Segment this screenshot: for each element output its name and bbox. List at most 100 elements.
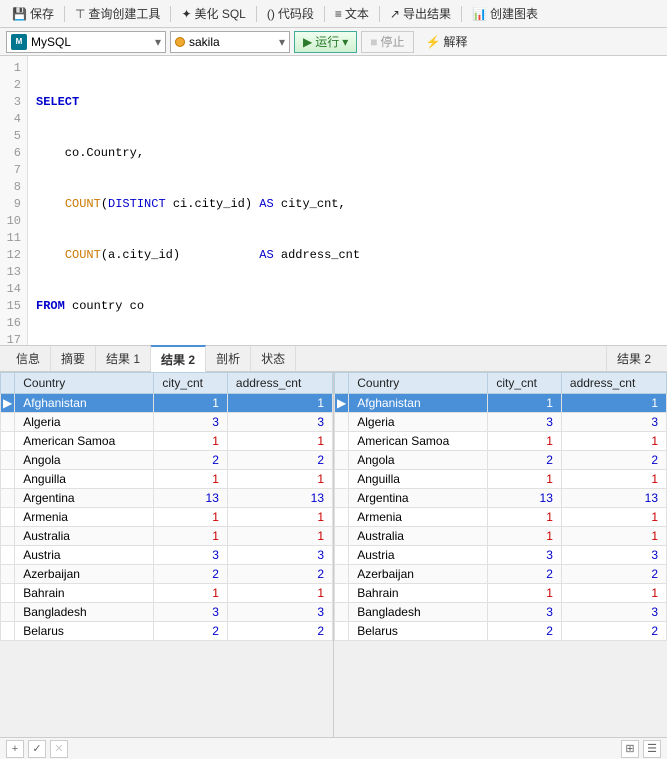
cell-address-cnt: 1 (561, 470, 666, 489)
table-row[interactable]: Armenia11 (335, 508, 667, 527)
table-row[interactable]: Algeria33 (335, 413, 667, 432)
table-row[interactable]: Australia11 (1, 527, 333, 546)
tab-analyze[interactable]: 剖析 (206, 346, 251, 371)
beautify-button[interactable]: ✦ 美化 SQL (175, 3, 251, 24)
list-icon: ☰ (647, 742, 657, 755)
table-row[interactable]: Argentina1313 (335, 489, 667, 508)
export-label: 导出结果 (403, 5, 451, 22)
chart-icon: 📊 (472, 7, 487, 21)
chart-button[interactable]: 📊 创建图表 (466, 3, 544, 24)
cell-address-cnt: 2 (561, 565, 666, 584)
explain-label: 解释 (444, 33, 468, 50)
table-row[interactable]: ▶Afghanistan11 (1, 394, 333, 413)
table-row[interactable]: ▶Afghanistan11 (335, 394, 667, 413)
table-row[interactable]: Bahrain11 (335, 584, 667, 603)
cell-city-cnt: 1 (488, 508, 562, 527)
tab-result2[interactable]: 结果 2 (151, 345, 206, 372)
cell-city-cnt: 3 (154, 413, 228, 432)
table-row[interactable]: Algeria33 (1, 413, 333, 432)
database-name: sakila (189, 35, 220, 49)
row-marker (335, 527, 349, 546)
tab-result1[interactable]: 结果 1 (96, 346, 151, 371)
check-icon: ✓ (32, 742, 41, 755)
database-selector[interactable]: sakila ▾ (170, 31, 290, 53)
add-row-button[interactable]: + (6, 740, 24, 758)
cell-country: Afghanistan (15, 394, 154, 413)
cell-country: Bangladesh (349, 603, 488, 622)
sql-editor[interactable]: 12345 678910 1112131415 1617181920 21222… (0, 56, 667, 346)
col-city-cnt-2: city_cnt (488, 373, 562, 394)
cell-city-cnt: 1 (154, 432, 228, 451)
delete-button[interactable]: ✕ (50, 740, 68, 758)
connection-selector[interactable]: M MySQL ▾ (6, 31, 166, 53)
text-button[interactable]: ≡ 文本 (329, 3, 375, 24)
row-marker (1, 432, 15, 451)
list-view-button[interactable]: ☰ (643, 740, 661, 758)
row-marker (1, 451, 15, 470)
table-row[interactable]: American Samoa11 (335, 432, 667, 451)
table-row[interactable]: Angola22 (335, 451, 667, 470)
cell-address-cnt: 1 (227, 432, 332, 451)
row-marker (1, 565, 15, 584)
export-icon: ↗ (390, 7, 400, 21)
query-builder-button[interactable]: ⊤ 查询创建工具 (69, 3, 166, 24)
table-row[interactable]: Anguilla11 (1, 470, 333, 489)
snippet-button[interactable]: () 代码段 (261, 3, 320, 24)
cell-city-cnt: 2 (488, 622, 562, 641)
cell-address-cnt: 2 (227, 622, 332, 641)
cell-city-cnt: 13 (488, 489, 562, 508)
cell-address-cnt: 3 (227, 413, 332, 432)
confirm-button[interactable]: ✓ (28, 740, 46, 758)
cell-address-cnt: 3 (227, 546, 332, 565)
row-marker (1, 603, 15, 622)
database-dot-icon (175, 37, 185, 47)
table-row[interactable]: Belarus22 (1, 622, 333, 641)
table-row[interactable]: Bangladesh33 (1, 603, 333, 622)
cell-city-cnt: 1 (154, 584, 228, 603)
cell-city-cnt: 2 (488, 565, 562, 584)
table-row[interactable]: Bahrain11 (1, 584, 333, 603)
cell-address-cnt: 3 (561, 413, 666, 432)
col-marker-1 (1, 373, 15, 394)
tab-summary[interactable]: 摘要 (51, 346, 96, 371)
result-pane-2[interactable]: Country city_cnt address_cnt ▶Afghanista… (334, 372, 667, 737)
table-row[interactable]: Bangladesh33 (335, 603, 667, 622)
table-row[interactable]: Armenia11 (1, 508, 333, 527)
table-row[interactable]: Anguilla11 (335, 470, 667, 489)
stop-button[interactable]: ■ 停止 (361, 31, 413, 53)
cell-country: Bahrain (349, 584, 488, 603)
result-pane-1[interactable]: Country city_cnt address_cnt ▶Afghanista… (0, 372, 334, 737)
explain-button[interactable]: ⚡ 解释 (418, 31, 476, 53)
table-row[interactable]: Belarus22 (335, 622, 667, 641)
delete-icon: ✕ (54, 742, 63, 755)
table-row[interactable]: Azerbaijan22 (335, 565, 667, 584)
save-button[interactable]: 💾 保存 (6, 3, 60, 24)
cell-address-cnt: 1 (227, 584, 332, 603)
connection-dropdown-arrow: ▾ (155, 35, 161, 49)
row-marker (335, 432, 349, 451)
table-row[interactable]: Angola22 (1, 451, 333, 470)
explain-icon: ⚡ (426, 35, 441, 49)
table-row[interactable]: Austria33 (1, 546, 333, 565)
run-button[interactable]: ▶ 运行 ▾ (294, 31, 357, 53)
cell-country: Argentina (349, 489, 488, 508)
table-row[interactable]: American Samoa11 (1, 432, 333, 451)
export-button[interactable]: ↗ 导出结果 (384, 3, 457, 24)
line-numbers: 12345 678910 1112131415 1617181920 21222… (0, 56, 28, 345)
table-row[interactable]: Austria33 (335, 546, 667, 565)
table-row[interactable]: Azerbaijan22 (1, 565, 333, 584)
grid-view-button[interactable]: ⊞ (621, 740, 639, 758)
cell-city-cnt: 3 (488, 413, 562, 432)
row-marker (1, 546, 15, 565)
cell-city-cnt: 3 (154, 603, 228, 622)
run-dropdown-arrow: ▾ (342, 35, 348, 49)
cell-city-cnt: 2 (488, 451, 562, 470)
tab-status[interactable]: 状态 (251, 346, 296, 371)
row-marker (335, 546, 349, 565)
code-content[interactable]: SELECT co.Country, COUNT(DISTINCT ci.cit… (28, 56, 667, 345)
table-row[interactable]: Argentina1313 (1, 489, 333, 508)
tab-info[interactable]: 信息 (6, 346, 51, 371)
table-row[interactable]: Australia11 (335, 527, 667, 546)
bottom-right-icons: ⊞ ☰ (621, 740, 661, 758)
col-address-cnt-2: address_cnt (561, 373, 666, 394)
